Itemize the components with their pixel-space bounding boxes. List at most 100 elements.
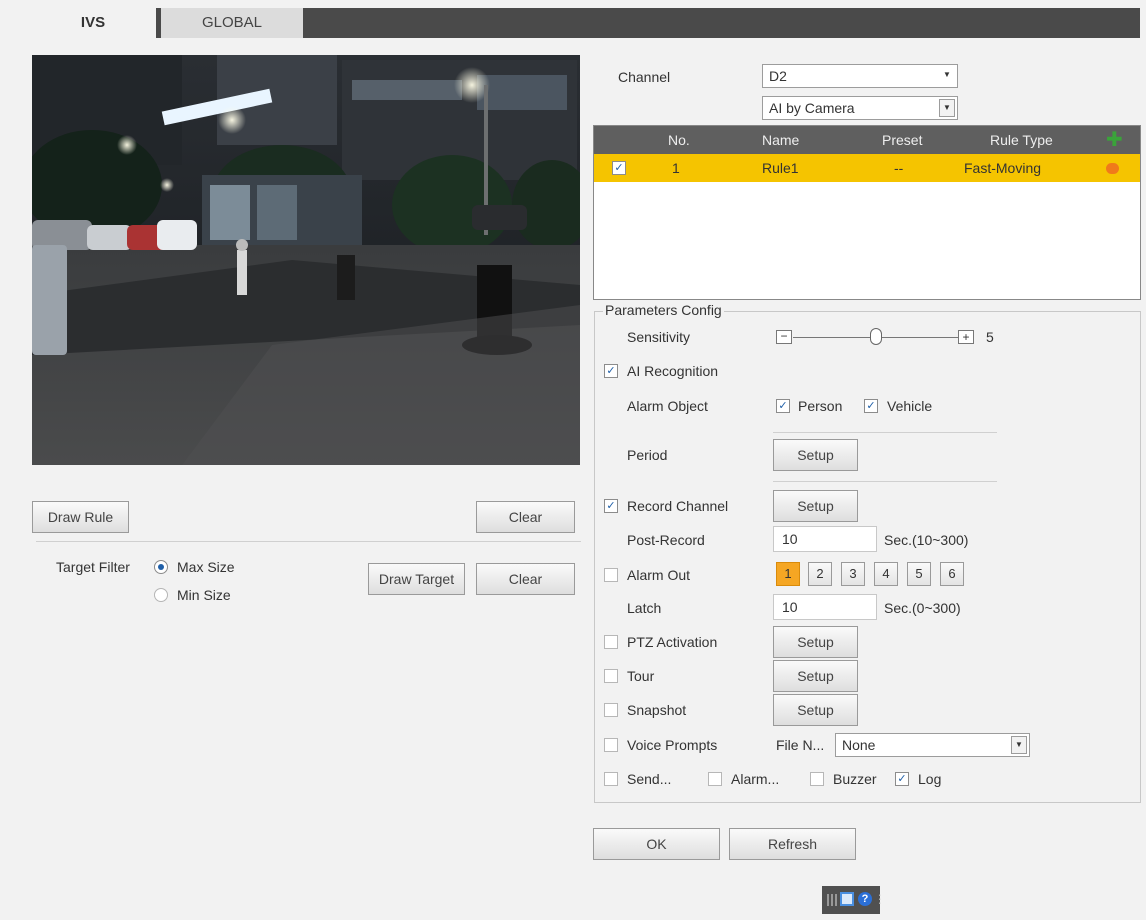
alarm-out-1[interactable]: 1 [776, 562, 800, 586]
ok-button[interactable]: OK [593, 828, 720, 860]
divider [773, 432, 997, 433]
tab-ivs[interactable]: IVS [30, 8, 156, 38]
column-no: No. [668, 132, 690, 148]
alarm-checkbox[interactable] [708, 772, 722, 786]
grip-icon [827, 894, 837, 906]
add-rule-icon[interactable]: ✚ [1106, 127, 1123, 153]
refresh-button[interactable]: Refresh [729, 828, 856, 860]
column-name: Name [762, 132, 800, 148]
voice-file-select-value: None [842, 737, 876, 753]
alarm-out-2[interactable]: 2 [808, 562, 832, 586]
rule-preset: -- [894, 160, 904, 176]
record-channel-label: Record Channel [627, 498, 729, 514]
sensitivity-label: Sensitivity [627, 329, 691, 345]
alarm-out-5[interactable]: 5 [907, 562, 931, 586]
min-size-label: Min Size [177, 587, 231, 603]
remove-rule-icon[interactable] [1106, 163, 1119, 174]
parameters-config-group [594, 311, 1141, 803]
column-rule-type: Rule Type [990, 132, 1053, 148]
min-size-radio[interactable] [154, 588, 168, 602]
vehicle-label: Vehicle [887, 398, 933, 414]
sensitivity-slider-thumb[interactable] [869, 328, 882, 345]
ai-recognition-checkbox[interactable]: ✓ [604, 364, 618, 378]
record-channel-setup-button[interactable]: Setup [773, 490, 858, 522]
post-record-range: Sec.(10~300) [884, 532, 969, 548]
alarm-out-4[interactable]: 4 [874, 562, 898, 586]
channel-select[interactable]: D2 ▼ [762, 64, 958, 88]
chevron-down-icon: ▼ [1011, 736, 1027, 754]
sensitivity-increase-icon[interactable]: + [958, 330, 974, 344]
clear-rule-button[interactable]: Clear [476, 501, 575, 533]
latch-label: Latch [627, 600, 662, 616]
send-checkbox[interactable] [604, 772, 618, 786]
alarm-out-6[interactable]: 6 [940, 562, 964, 586]
left-divider [36, 541, 581, 542]
window-icon[interactable] [840, 892, 854, 906]
max-size-radio[interactable] [154, 560, 168, 574]
buzzer-label: Buzzer [833, 771, 877, 787]
ai-mode-select[interactable]: AI by Camera ▼ [762, 96, 958, 120]
target-filter-label: Target Filter [56, 559, 130, 575]
table-row[interactable]: ✓ 1 Rule1 -- Fast-Moving [594, 154, 1140, 182]
latch-input[interactable]: 10 [773, 594, 877, 620]
send-label: Send... [627, 771, 672, 787]
voice-prompts-checkbox[interactable] [604, 738, 618, 752]
parameters-config-legend: Parameters Config [603, 302, 724, 318]
rule-name: Rule1 [762, 160, 799, 176]
chevron-down-icon: ▼ [939, 99, 955, 117]
period-setup-button[interactable]: Setup [773, 439, 858, 471]
channel-select-value: D2 [769, 68, 787, 84]
file-name-label: File N... [776, 737, 825, 753]
channel-label: Channel [618, 69, 671, 85]
tab-global[interactable]: GLOBAL [161, 8, 303, 38]
period-label: Period [627, 447, 668, 463]
snapshot-checkbox[interactable] [604, 703, 618, 717]
ptz-activation-label: PTZ Activation [627, 634, 718, 650]
ptz-setup-button[interactable]: Setup [773, 626, 858, 658]
alarm-object-label: Alarm Object [627, 398, 708, 414]
log-label: Log [918, 771, 942, 787]
draw-target-button[interactable]: Draw Target [368, 563, 465, 595]
ai-mode-select-value: AI by Camera [769, 100, 855, 116]
rule-table-header: No. Name Preset Rule Type ✚ [594, 126, 1140, 154]
chevron-down-icon: ▼ [943, 70, 951, 79]
rule-enable-checkbox[interactable]: ✓ [612, 161, 626, 175]
sensitivity-value: 5 [986, 329, 994, 345]
voice-prompts-label: Voice Prompts [627, 737, 718, 753]
rule-no: 1 [672, 160, 680, 176]
column-preset: Preset [882, 132, 923, 148]
ptz-activation-checkbox[interactable] [604, 635, 618, 649]
ai-recognition-label: AI Recognition [627, 363, 719, 379]
latch-range: Sec.(0~300) [884, 600, 961, 616]
snapshot-setup-button[interactable]: Setup [773, 694, 858, 726]
sensitivity-decrease-icon[interactable]: − [776, 330, 792, 344]
person-label: Person [798, 398, 843, 414]
rule-table: No. Name Preset Rule Type ✚ ✓ 1 Rule1 --… [593, 125, 1141, 300]
vehicle-checkbox[interactable]: ✓ [864, 399, 878, 413]
clear-target-button[interactable]: Clear [476, 563, 575, 595]
log-checkbox[interactable]: ✓ [895, 772, 909, 786]
max-size-label: Max Size [177, 559, 235, 575]
draw-rule-button[interactable]: Draw Rule [32, 501, 129, 533]
snapshot-label: Snapshot [627, 702, 687, 718]
help-icon[interactable]: ? [858, 892, 872, 906]
post-record-input[interactable]: 10 [773, 526, 877, 552]
camera-preview[interactable] [32, 55, 580, 465]
record-channel-checkbox[interactable]: ✓ [604, 499, 618, 513]
alarm-out-3[interactable]: 3 [841, 562, 865, 586]
camera-preview-scene [32, 55, 580, 465]
voice-file-select[interactable]: None ▼ [835, 733, 1030, 757]
tour-checkbox[interactable] [604, 669, 618, 683]
tour-setup-button[interactable]: Setup [773, 660, 858, 692]
rule-type: Fast-Moving [964, 160, 1042, 176]
more-icon[interactable]: ⋮ [874, 892, 886, 906]
alarm-label: Alarm... [731, 771, 780, 787]
post-record-label: Post-Record [627, 532, 705, 548]
alarm-out-label: Alarm Out [627, 567, 691, 583]
bottom-toolbar: ? ⋮ [822, 886, 886, 914]
buzzer-checkbox[interactable] [810, 772, 824, 786]
divider [773, 481, 997, 482]
alarm-out-checkbox[interactable] [604, 568, 618, 582]
tour-label: Tour [627, 668, 655, 684]
person-checkbox[interactable]: ✓ [776, 399, 790, 413]
